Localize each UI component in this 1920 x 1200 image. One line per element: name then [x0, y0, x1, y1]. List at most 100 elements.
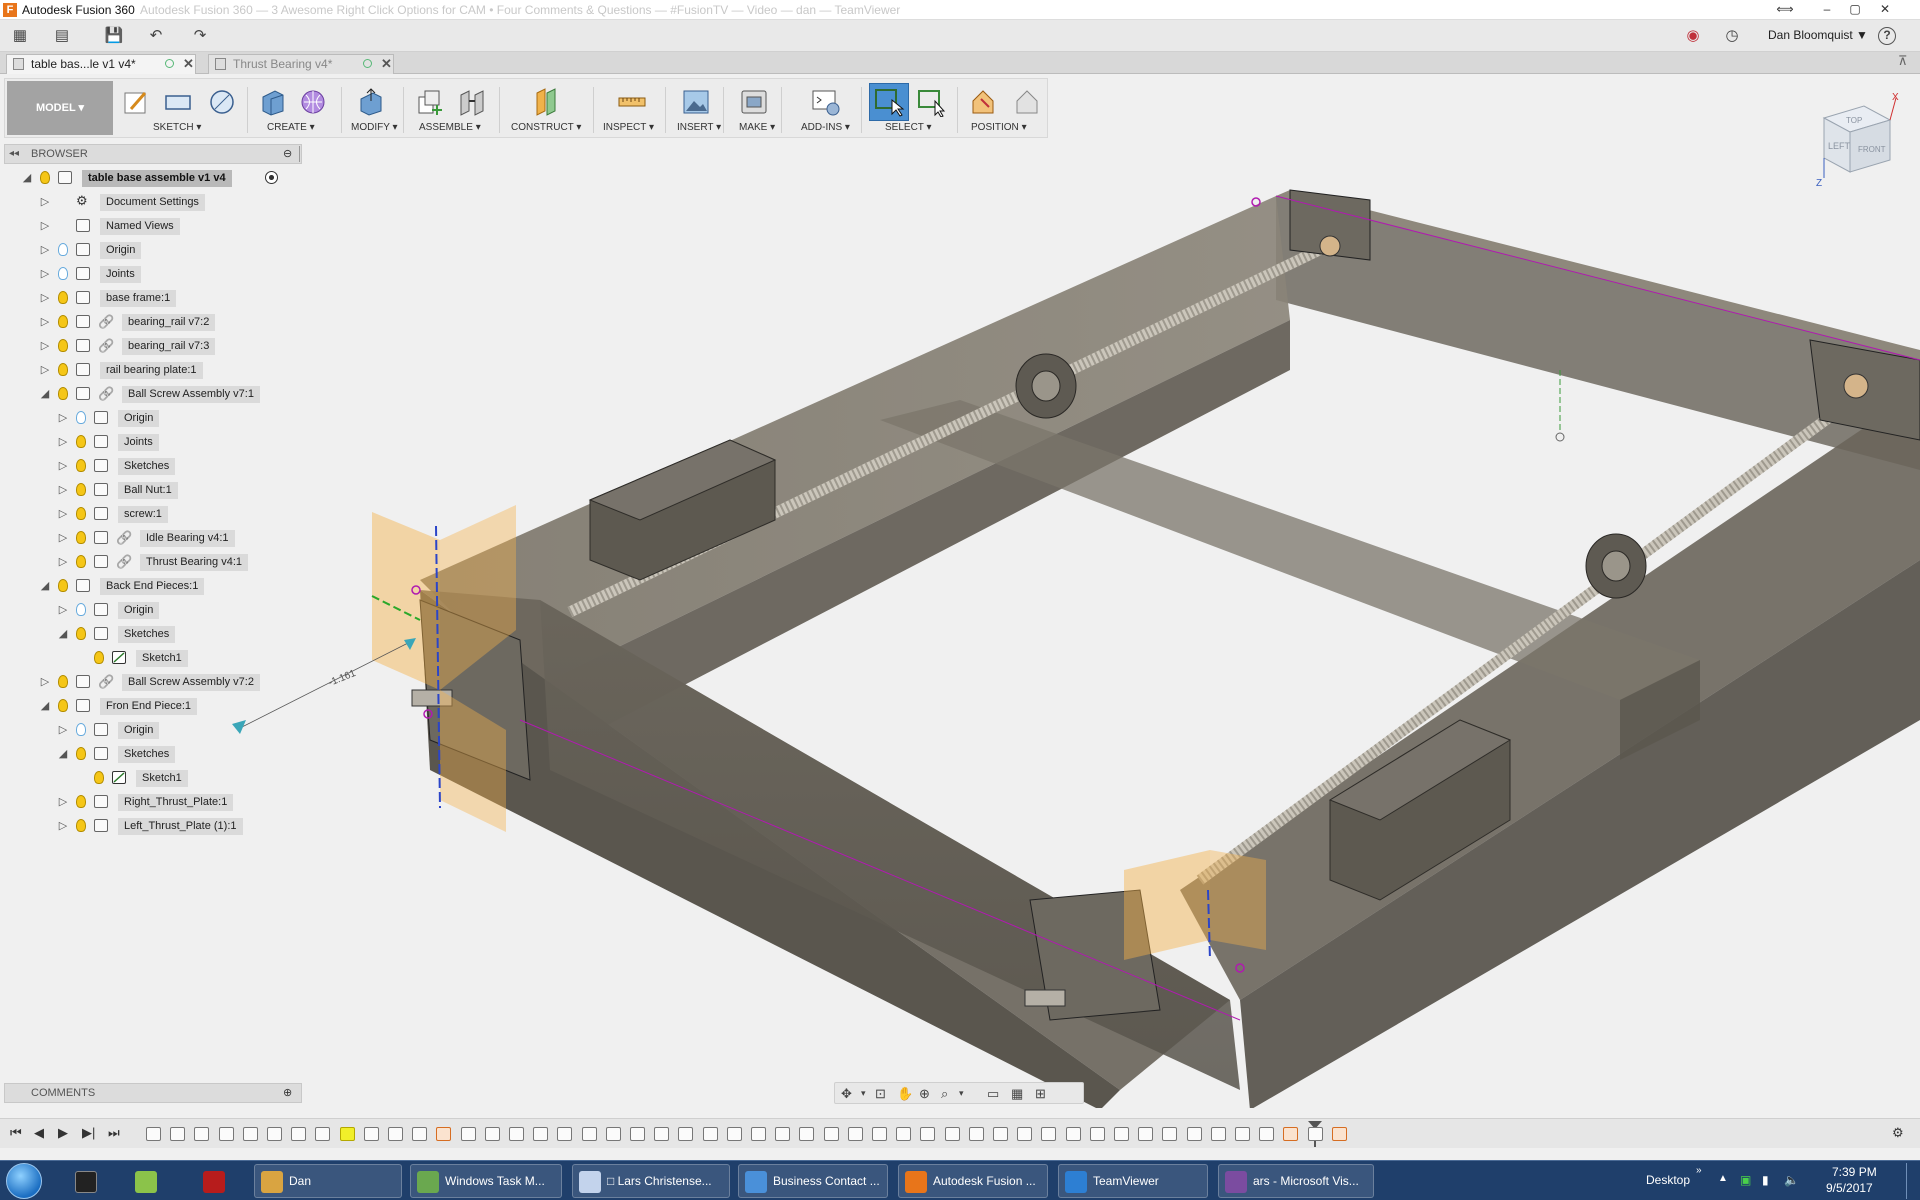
timeline-next-icon[interactable]: ▶|	[82, 1125, 95, 1141]
browser-node[interactable]: ▷ Left_Thrust_Plate (1):1	[0, 816, 300, 836]
browser-node-label[interactable]: Sketches	[118, 746, 176, 763]
timeline-feature[interactable]	[460, 1127, 476, 1141]
browser-node[interactable]: ◢ Fron End Piece:1	[0, 696, 300, 716]
timeline-feature[interactable]	[194, 1127, 210, 1141]
taskbar-window-button[interactable]: ars - Microsoft Vis...	[1218, 1164, 1374, 1198]
comments-header[interactable]: COMMENTS ⊕	[4, 1083, 302, 1103]
expand-node-icon[interactable]: ▷	[56, 459, 70, 472]
timeline-feature[interactable]	[1089, 1127, 1105, 1141]
browser-node-label[interactable]: bearing_rail v7:3	[122, 338, 216, 355]
timeline-feature[interactable]	[509, 1127, 524, 1141]
timeline-feature[interactable]	[847, 1127, 863, 1141]
timeline-feature[interactable]	[339, 1127, 355, 1141]
timeline-feature[interactable]	[1114, 1127, 1129, 1141]
visibility-bulb-icon[interactable]	[76, 723, 86, 736]
browser-node-label[interactable]: Joints	[100, 266, 141, 283]
zoom-icon[interactable]: ⊕	[919, 1086, 930, 1102]
browser-node-label[interactable]: Origin	[118, 722, 160, 739]
browser-node-label[interactable]: Fron End Piece:1	[100, 698, 197, 715]
grid-settings-icon[interactable]: ▦	[1011, 1086, 1023, 1102]
browser-options-icon[interactable]: ⊖	[283, 147, 292, 160]
visibility-bulb-icon[interactable]	[58, 579, 68, 592]
look-at-icon[interactable]: ⊡	[875, 1086, 886, 1102]
collapse-node-icon[interactable]: ◢	[20, 171, 34, 184]
timeline-feature[interactable]	[388, 1127, 403, 1141]
visibility-bulb-icon[interactable]	[76, 819, 86, 832]
viewcube[interactable]: LEFT FRONT TOP X Z	[1810, 92, 1906, 188]
browser-node[interactable]: ▷ Origin	[0, 600, 300, 620]
timeline-feature[interactable]	[1186, 1127, 1202, 1141]
taskbar-window-button[interactable]: Dan	[254, 1164, 402, 1198]
expand-node-icon[interactable]: ▷	[56, 603, 70, 616]
browser-node[interactable]: ▷ Joints	[0, 432, 300, 452]
visibility-bulb-icon[interactable]	[58, 339, 68, 352]
visibility-bulb-icon[interactable]	[58, 267, 68, 280]
collapse-node-icon[interactable]: ◢	[38, 579, 52, 592]
timeline-feature[interactable]	[363, 1127, 379, 1141]
browser-node[interactable]: Sketch1	[0, 648, 300, 668]
timeline-feature[interactable]	[726, 1127, 742, 1141]
expand-node-icon[interactable]: ▷	[38, 243, 52, 256]
browser-node[interactable]: ▷ ⚙ Document Settings	[0, 192, 300, 212]
visibility-bulb-icon[interactable]	[58, 315, 68, 328]
tray-overflow-icon[interactable]: ▲	[1718, 1173, 1728, 1184]
collapse-node-icon[interactable]: ◢	[56, 627, 70, 640]
browser-node-label[interactable]: Ball Nut:1	[118, 482, 178, 499]
timeline-feature[interactable]	[1235, 1127, 1250, 1141]
dimension-value[interactable]: -1.161	[327, 668, 358, 689]
browser-node-label[interactable]: Origin	[118, 602, 160, 619]
orbit-icon[interactable]: ✥	[841, 1086, 852, 1102]
save-icon[interactable]: 💾	[104, 26, 124, 46]
timeline-feature[interactable]	[775, 1127, 791, 1141]
redo-icon[interactable]: ↷	[190, 26, 210, 46]
timeline-feature[interactable]	[1065, 1127, 1081, 1141]
tab-overflow-icon[interactable]: ⊼	[1898, 53, 1908, 69]
timeline-feature[interactable]	[678, 1127, 694, 1141]
add-comment-icon[interactable]: ⊕	[283, 1086, 292, 1099]
timeline-feature[interactable]	[1283, 1127, 1299, 1141]
expand-node-icon[interactable]: ▷	[38, 195, 52, 208]
undo-icon[interactable]: ↶	[146, 26, 166, 46]
browser-node[interactable]: ◢ Sketches	[0, 624, 300, 644]
browser-header[interactable]: ◂◂ BROWSER ⊖	[4, 144, 302, 164]
browser-node[interactable]: ▷ 🔗 Ball Screw Assembly v7:2	[0, 672, 300, 692]
timeline-feature[interactable]	[1041, 1127, 1057, 1141]
timeline-settings-gear-icon[interactable]: ⚙	[1892, 1125, 1904, 1141]
clock-time[interactable]: 7:39 PM	[1832, 1165, 1877, 1179]
orbit-dropdown-icon[interactable]: ▾	[861, 1088, 866, 1099]
timeline-feature[interactable]	[412, 1127, 428, 1141]
timeline-feature[interactable]	[484, 1127, 500, 1141]
timeline-end-icon[interactable]: ⏭	[108, 1125, 120, 1141]
collapse-node-icon[interactable]: ◢	[38, 387, 52, 400]
toolbar-expand-icon[interactable]: »	[1696, 1165, 1702, 1176]
expand-node-icon[interactable]: ▷	[38, 291, 52, 304]
collapse-node-icon[interactable]: ◢	[56, 747, 70, 760]
expand-node-icon[interactable]: ▷	[38, 675, 52, 688]
browser-node-label[interactable]: Thrust Bearing v4:1	[140, 554, 248, 571]
fit-zoom-icon[interactable]: ⌕	[941, 1086, 948, 1102]
timeline-feature[interactable]	[944, 1127, 960, 1141]
visibility-bulb-icon[interactable]	[76, 795, 86, 808]
timeline-feature[interactable]	[605, 1127, 621, 1141]
timeline-feature[interactable]	[823, 1127, 839, 1141]
expand-node-icon[interactable]: ▷	[56, 723, 70, 736]
timeline-feature[interactable]	[993, 1127, 1008, 1141]
browser-node-label[interactable]: Ball Screw Assembly v7:2	[122, 674, 260, 691]
timeline-feature[interactable]	[896, 1127, 912, 1141]
timeline-feature[interactable]	[920, 1127, 936, 1141]
browser-node-label[interactable]: Joints	[118, 434, 159, 451]
visibility-bulb-icon[interactable]	[76, 747, 86, 760]
timeline-feature[interactable]	[146, 1127, 161, 1141]
cmd-pinned[interactable]	[68, 1164, 108, 1198]
collapse-panel-icon[interactable]: ◂◂	[9, 148, 19, 159]
visibility-bulb-icon[interactable]	[58, 387, 68, 400]
expand-node-icon[interactable]: ▷	[56, 483, 70, 496]
browser-node-label[interactable]: Sketches	[118, 458, 176, 475]
browser-node[interactable]: ▷ Origin	[0, 720, 300, 740]
volume-icon[interactable]: 🔈	[1784, 1173, 1799, 1187]
browser-node-label[interactable]: screw:1	[118, 506, 168, 523]
visibility-bulb-icon[interactable]	[40, 171, 50, 184]
start-button[interactable]	[6, 1163, 42, 1199]
browser-node[interactable]: ▷ Joints	[0, 264, 300, 284]
browser-node[interactable]: ▷ 🔗 bearing_rail v7:2	[0, 312, 300, 332]
